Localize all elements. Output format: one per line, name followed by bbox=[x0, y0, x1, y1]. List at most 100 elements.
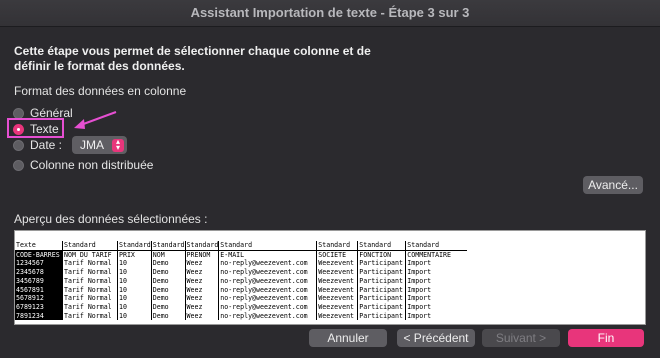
preview-cell: Weez bbox=[184, 268, 219, 277]
step-description: Cette étape vous permet de sélectionner … bbox=[14, 44, 371, 73]
preview-row: 7891234 Tarif Normal 10 Demo Weez no-rep… bbox=[15, 311, 468, 321]
preview-cell: Participant bbox=[357, 302, 406, 312]
finish-button[interactable]: Fin bbox=[568, 329, 644, 347]
preview-cell: Weez bbox=[184, 259, 219, 269]
preview-cell: 1234567 bbox=[15, 259, 63, 269]
previous-button[interactable]: < Précédent bbox=[397, 329, 475, 347]
preview-cell: 10 bbox=[117, 294, 152, 303]
column-format[interactable]: Standard bbox=[62, 241, 118, 251]
preview-cell: Demo bbox=[150, 285, 186, 295]
preview-cell: Tarif Normal bbox=[62, 285, 118, 295]
window-title: Assistant Importation de texte - Étape 3… bbox=[0, 0, 660, 27]
preview-cell: Import bbox=[405, 276, 468, 286]
cancel-button[interactable]: Annuler bbox=[309, 329, 387, 347]
preview-cell: Weezevent bbox=[316, 276, 358, 286]
preview-cell: COMMENTAIRE bbox=[405, 250, 468, 260]
preview-cell: Import bbox=[405, 268, 468, 277]
preview-cell: no-reply@weezevent.com bbox=[218, 276, 317, 286]
preview-cell: Tarif Normal bbox=[62, 268, 118, 277]
column-format[interactable]: Standard bbox=[316, 241, 358, 251]
advanced-button[interactable]: Avancé... bbox=[583, 176, 643, 194]
preview-cell: Weez bbox=[184, 285, 219, 295]
preview-row: 6789123 Tarif Normal 10 Demo Weez no-rep… bbox=[15, 302, 468, 312]
preview-row: CODE-BARRES NOM DU TARIF PRIX NOM PRENOM… bbox=[15, 250, 468, 260]
radio-date-label: Date : bbox=[30, 138, 63, 152]
preview-cell: no-reply@weezevent.com bbox=[218, 268, 317, 277]
preview-cell: Participant bbox=[357, 259, 406, 269]
preview-cell: 10 bbox=[117, 311, 152, 321]
preview-cell: 6789123 bbox=[15, 302, 63, 312]
preview-cell: Weezevent bbox=[316, 302, 358, 312]
radio-skip-column[interactable]: Colonne non distribuée bbox=[13, 156, 153, 174]
preview-cell: Weez bbox=[184, 294, 219, 303]
preview-format-row: Texte Standard Standard Standard Standar… bbox=[15, 241, 468, 251]
column-format[interactable]: Standard bbox=[218, 241, 317, 251]
preview-cell: Weez bbox=[184, 276, 219, 286]
preview-cell: Tarif Normal bbox=[62, 311, 118, 321]
preview-cell: Import bbox=[405, 294, 468, 303]
preview-table: Texte Standard Standard Standard Standar… bbox=[15, 241, 468, 321]
annotation-arrow-icon bbox=[74, 111, 117, 129]
preview-cell: Weezevent bbox=[316, 285, 358, 295]
preview-cell: Tarif Normal bbox=[62, 276, 118, 286]
preview-cell: CODE-BARRES bbox=[15, 250, 63, 260]
radio-skip-column-button[interactable] bbox=[13, 159, 24, 171]
radio-date[interactable]: Date : JMA ▴ ▾ bbox=[13, 136, 128, 154]
preview-cell: Participant bbox=[357, 311, 406, 321]
preview-cell: Weezevent bbox=[316, 311, 358, 321]
preview-row: 4567891 Tarif Normal 10 Demo Weez no-rep… bbox=[15, 285, 468, 295]
preview-cell: no-reply@weezevent.com bbox=[218, 259, 317, 269]
preview-cell: Demo bbox=[150, 276, 186, 286]
preview-cell: no-reply@weezevent.com bbox=[218, 302, 317, 312]
preview-cell: NOM DU TARIF bbox=[62, 250, 118, 260]
column-format[interactable]: Standard bbox=[405, 241, 468, 251]
column-format[interactable]: Standard bbox=[184, 241, 219, 251]
date-format-select[interactable]: JMA ▴ ▾ bbox=[72, 136, 128, 154]
preview-row: 2345678 Tarif Normal 10 Demo Weez no-rep… bbox=[15, 268, 468, 277]
preview-cell: Demo bbox=[150, 302, 186, 312]
preview-cell: Tarif Normal bbox=[62, 259, 118, 269]
annotation-highlight-box bbox=[7, 118, 64, 138]
next-button[interactable]: Suivant > bbox=[482, 329, 560, 347]
preview-row: 3456789 Tarif Normal 10 Demo Weez no-rep… bbox=[15, 276, 468, 286]
preview-cell: SOCIETE bbox=[316, 250, 358, 260]
preview-row: 1234567 Tarif Normal 10 Demo Weez no-rep… bbox=[15, 259, 468, 269]
date-format-value: JMA bbox=[80, 138, 105, 152]
preview-cell: 10 bbox=[117, 268, 152, 277]
column-format[interactable]: Standard bbox=[150, 241, 186, 251]
preview-cell: Import bbox=[405, 311, 468, 321]
radio-skip-column-label: Colonne non distribuée bbox=[30, 158, 154, 172]
preview-cell: Weezevent bbox=[316, 259, 358, 269]
preview-cell: Import bbox=[405, 302, 468, 312]
preview-cell: 10 bbox=[117, 285, 152, 295]
preview-cell: Tarif Normal bbox=[62, 302, 118, 312]
preview-cell: Tarif Normal bbox=[62, 294, 118, 303]
data-preview[interactable]: Texte Standard Standard Standard Standar… bbox=[14, 230, 646, 325]
column-format[interactable]: Texte bbox=[15, 241, 63, 251]
preview-cell: PRIX bbox=[117, 250, 152, 260]
preview-cell: Weezevent bbox=[316, 268, 358, 277]
preview-cell: 10 bbox=[117, 302, 152, 312]
preview-cell: Demo bbox=[150, 311, 186, 321]
preview-cell: Demo bbox=[150, 294, 186, 303]
preview-cell: Participant bbox=[357, 294, 406, 303]
preview-cell: Participant bbox=[357, 276, 406, 286]
preview-cell: no-reply@weezevent.com bbox=[218, 311, 317, 321]
preview-cell: Import bbox=[405, 259, 468, 269]
format-section-label: Format des données en colonne bbox=[14, 84, 187, 98]
radio-general-button[interactable] bbox=[13, 107, 24, 119]
preview-cell: Weezevent bbox=[316, 294, 358, 303]
chevron-updown-icon: ▴ ▾ bbox=[112, 138, 125, 152]
preview-cell: 7891234 bbox=[15, 311, 63, 321]
preview-cell: 10 bbox=[117, 276, 152, 286]
preview-cell: Demo bbox=[150, 268, 186, 277]
column-format[interactable]: Standard bbox=[357, 241, 406, 251]
preview-cell: 3456789 bbox=[15, 276, 63, 286]
preview-cell: 4567891 bbox=[15, 285, 63, 295]
preview-row: 5678912 Tarif Normal 10 Demo Weez no-rep… bbox=[15, 294, 468, 303]
column-format[interactable]: Standard bbox=[117, 241, 152, 251]
preview-cell: no-reply@weezevent.com bbox=[218, 294, 317, 303]
radio-date-button[interactable] bbox=[13, 139, 24, 151]
preview-label: Aperçu des données sélectionnées : bbox=[14, 212, 208, 226]
preview-cell: no-reply@weezevent.com bbox=[218, 285, 317, 295]
